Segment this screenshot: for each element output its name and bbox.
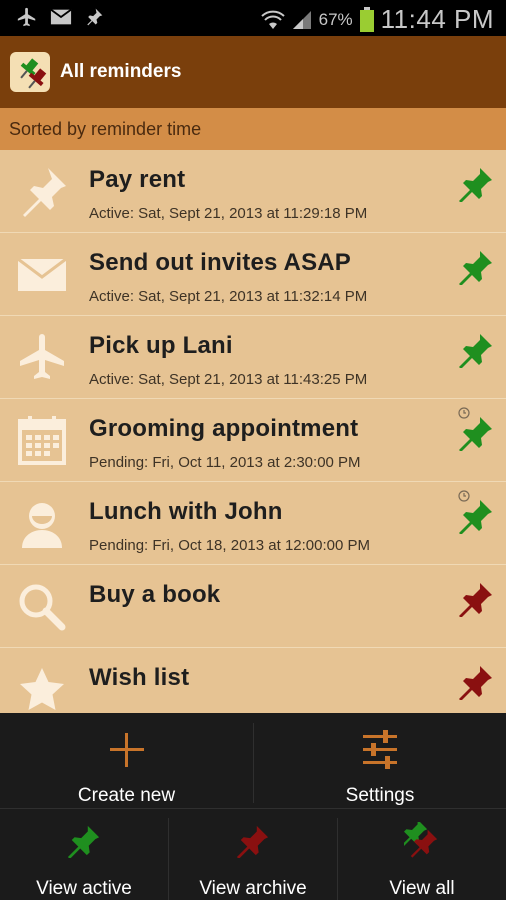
list-item[interactable]: Wish list xyxy=(0,648,506,713)
app-logo-icon[interactable] xyxy=(10,52,50,92)
red-pin-icon xyxy=(236,825,269,858)
reminder-status: Active: Sat, Sept 21, 2013 at 11:43:25 P… xyxy=(89,371,368,388)
star-icon xyxy=(20,668,64,710)
airplane-icon xyxy=(20,334,64,379)
list-item[interactable]: Buy a book xyxy=(0,565,506,648)
green-pin-icon xyxy=(67,825,100,858)
reminder-status: Active: Sat, Sept 21, 2013 at 11:29:18 P… xyxy=(89,205,368,222)
list-item[interactable]: Pick up Lani Active: Sat, Sept 21, 2013 … xyxy=(0,316,506,399)
reminder-status: Pending: Fri, Oct 11, 2013 at 2:30:00 PM xyxy=(89,454,361,471)
pin-icon xyxy=(87,8,103,26)
action-bar: All reminders xyxy=(0,36,506,108)
reminder-status: Active: Sat, Sept 21, 2013 at 11:32:14 P… xyxy=(89,288,368,305)
view-all-label: View all xyxy=(389,878,455,899)
signal-icon xyxy=(292,10,311,29)
reminder-title: Wish list xyxy=(89,664,190,691)
view-archive-button[interactable]: View archive xyxy=(169,808,337,900)
red-pin-icon[interactable] xyxy=(458,664,494,700)
pushpin-icon xyxy=(23,168,66,217)
page-title: All reminders xyxy=(60,61,182,82)
view-active-button[interactable]: View active xyxy=(0,808,168,900)
reminder-title: Lunch with John xyxy=(89,498,283,525)
mail-icon xyxy=(50,8,72,25)
view-active-label: View active xyxy=(36,878,132,899)
sort-bar[interactable]: Sorted by reminder time xyxy=(0,108,506,150)
green-pin-icon[interactable] xyxy=(458,166,494,202)
reminder-title: Grooming appointment xyxy=(89,415,359,442)
sliders-icon xyxy=(363,730,397,769)
list-item[interactable]: Grooming appointment Pending: Fri, Oct 1… xyxy=(0,399,506,482)
create-new-label: Create new xyxy=(77,785,176,806)
list-item[interactable]: Pay rent Active: Sat, Sept 21, 2013 at 1… xyxy=(0,150,506,233)
reminder-title: Send out invites ASAP xyxy=(89,249,352,276)
settings-button[interactable]: Settings xyxy=(254,713,506,808)
reminder-list: Pay rent Active: Sat, Sept 21, 2013 at 1… xyxy=(0,150,506,713)
sort-label: Sorted by reminder time xyxy=(9,118,202,139)
view-all-button[interactable]: View all xyxy=(338,808,506,900)
battery-icon xyxy=(359,6,374,32)
wifi-icon xyxy=(260,10,285,29)
green-pin-icon[interactable] xyxy=(458,249,494,285)
person-icon xyxy=(22,503,62,548)
magnifier-icon xyxy=(19,584,66,631)
green-pin-icon[interactable] xyxy=(458,415,494,451)
battery-percent: 67% xyxy=(318,9,353,29)
settings-label: Settings xyxy=(345,785,415,806)
reminder-title: Pay rent xyxy=(89,166,186,193)
list-item[interactable]: Lunch with John Pending: Fri, Oct 18, 20… xyxy=(0,482,506,565)
clock-time: 11:44 PM xyxy=(380,4,494,34)
list-item[interactable]: Send out invites ASAP Active: Sat, Sept … xyxy=(0,233,506,316)
red-pin-icon[interactable] xyxy=(458,581,494,617)
calendar-icon xyxy=(18,416,66,465)
green-pin-icon[interactable] xyxy=(458,498,494,534)
status-bar: 67% 11:44 PM xyxy=(0,0,506,36)
reminder-status: Pending: Fri, Oct 18, 2013 at 12:00:00 P… xyxy=(89,537,371,554)
reminder-title: Buy a book xyxy=(89,581,221,608)
green-pin-icon[interactable] xyxy=(458,332,494,368)
bottom-menu: Create new Settings View active View arc… xyxy=(0,713,506,900)
view-archive-label: View archive xyxy=(199,878,307,899)
two-pins-icon xyxy=(404,822,438,858)
plus-icon xyxy=(109,733,144,767)
airplane-icon xyxy=(17,7,36,27)
envelope-icon xyxy=(17,257,67,291)
reminder-title: Pick up Lani xyxy=(89,332,233,359)
create-new-button[interactable]: Create new xyxy=(0,713,253,808)
